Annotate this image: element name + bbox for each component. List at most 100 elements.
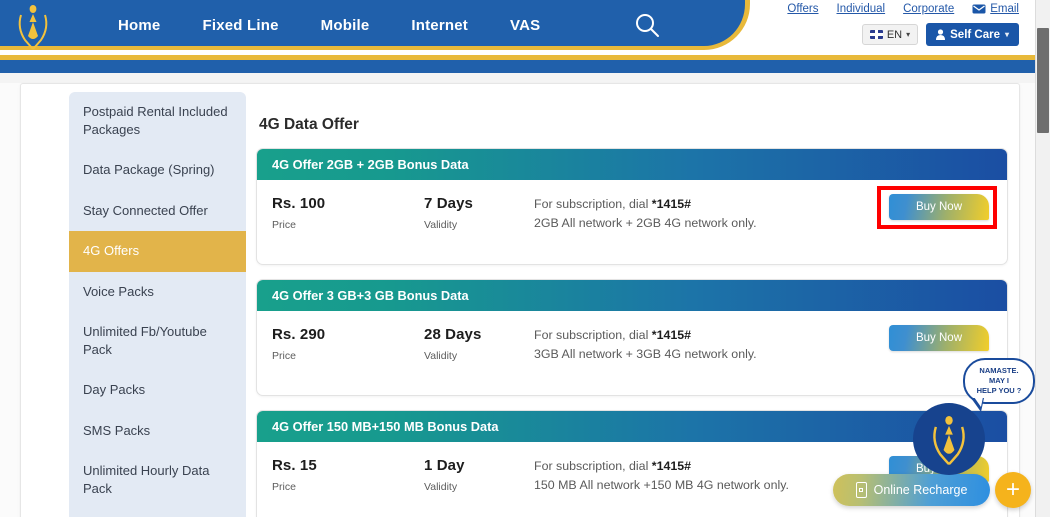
offer-price-column: Rs. 15 Price [272, 457, 424, 493]
nav-link-vas[interactable]: VAS [502, 13, 548, 38]
chevron-down-icon: ▾ [906, 30, 911, 39]
utility-link-email-label: Email [990, 3, 1019, 15]
language-label: EN [886, 28, 903, 41]
offer-price-column: Rs. 100 Price [272, 195, 424, 231]
page-scrollbar[interactable] [1035, 0, 1050, 517]
site-header: Home Fixed Line Mobile Internet VAS Offe… [0, 0, 1035, 73]
offer-description-column: For subscription, dial *1415# 3GB All ne… [534, 326, 834, 364]
category-sidebar: Postpaid Rental Included Packages Data P… [69, 92, 246, 517]
offer-detail: 3GB All network + 3GB 4G network only. [534, 347, 757, 362]
offer-subscription-prefix: For subscription, dial [534, 328, 652, 342]
offers-panel: 4G Data Offer 4G Offer 2GB + 2GB Bonus D… [256, 92, 1019, 517]
nav-link-internet[interactable]: Internet [403, 13, 476, 38]
offer-subscription-code: *1415# [651, 328, 692, 342]
offer-subscription-code: *1415# [651, 197, 692, 211]
offer-card: 4G Offer 2GB + 2GB Bonus Data Rs. 100 Pr… [256, 148, 1008, 265]
sidebar-item-sms-packs[interactable]: SMS Packs [69, 411, 246, 452]
offer-price-column: Rs. 290 Price [272, 326, 424, 362]
offer-validity-column: 28 Days Validity [424, 326, 534, 362]
offer-validity: 7 Days [424, 195, 473, 212]
sidebar-item-postpaid-rental[interactable]: Postpaid Rental Included Packages [69, 92, 246, 150]
bubble-tail [971, 397, 984, 412]
nav-link-mobile[interactable]: Mobile [313, 13, 378, 38]
secondary-blue-bar [0, 60, 1035, 73]
chatbot-button[interactable] [913, 403, 985, 475]
mobile-phone-icon [855, 482, 867, 498]
sidebar-item-data-package-spring[interactable]: Data Package (Spring) [69, 150, 246, 191]
offer-description-column: For subscription, dial *1415# 150 MB All… [534, 457, 834, 495]
offer-subscription-line: For subscription, dial *1415# [534, 326, 834, 345]
offer-body: Rs. 290 Price 28 Days Validity For subsc… [257, 311, 1007, 395]
offer-validity-label: Validity [424, 481, 458, 493]
offer-body: Rs. 100 Price 7 Days Validity For subscr… [257, 180, 1007, 264]
page-root: Home Fixed Line Mobile Internet VAS Offe… [0, 0, 1050, 517]
chat-bubble-line-3: HELP YOU ? [976, 386, 1022, 396]
sidebar-item-international-services[interactable]: International Services [69, 510, 246, 517]
utility-link-email[interactable]: Email [972, 3, 1019, 15]
offer-detail: 150 MB All network +150 MB 4G network on… [534, 478, 789, 493]
offer-validity: 1 Day [424, 457, 465, 474]
buy-now-button[interactable]: Buy Now [889, 194, 989, 220]
scrollbar-thumb[interactable] [1037, 28, 1049, 133]
sidebar-item-voice-packs[interactable]: Voice Packs [69, 272, 246, 313]
buy-now-button[interactable]: Buy Now [889, 325, 989, 351]
offer-price: Rs. 100 [272, 195, 326, 212]
utility-link-corporate[interactable]: Corporate [903, 3, 954, 15]
offer-subscription-prefix: For subscription, dial [534, 459, 652, 473]
nav-link-home[interactable]: Home [110, 13, 168, 38]
offer-detail: 2GB All network + 2GB 4G network only. [534, 216, 757, 231]
nav-link-fixed-line[interactable]: Fixed Line [194, 13, 286, 38]
page-title: 4G Data Offer [259, 116, 359, 133]
chat-greeting-bubble: NAMASTE. MAY I HELP YOU ? [963, 358, 1035, 412]
offer-title: 4G Offer 150 MB+150 MB Bonus Data [257, 411, 1007, 442]
offer-price-label: Price [272, 219, 296, 231]
offer-price: Rs. 290 [272, 326, 326, 343]
chat-bubble-line-1: NAMASTE. [979, 365, 1019, 375]
offer-subscription-line: For subscription, dial *1415# [534, 457, 834, 476]
plus-icon: + [1005, 476, 1020, 503]
sidebar-item-day-packs[interactable]: Day Packs [69, 370, 246, 411]
offer-validity: 28 Days [424, 326, 482, 343]
self-care-label: Self Care [950, 28, 1000, 41]
sidebar-item-unlimited-fb-youtube[interactable]: Unlimited Fb/Youtube Pack [69, 312, 246, 370]
sidebar-item-4g-offers[interactable]: 4G Offers [69, 231, 246, 272]
offer-subscription-code: *1415# [651, 459, 692, 473]
floating-action-button[interactable]: + [995, 472, 1031, 508]
chevron-down-icon: ▾ [1004, 30, 1009, 39]
chat-bubble-line-2: MAY I [988, 375, 1009, 385]
offer-card: 4G Offer 3 GB+3 GB Bonus Data Rs. 290 Pr… [256, 279, 1008, 396]
mail-icon [972, 4, 986, 14]
offer-price: Rs. 15 [272, 457, 317, 474]
content-card: Postpaid Rental Included Packages Data P… [20, 83, 1020, 517]
offer-validity-column: 1 Day Validity [424, 457, 534, 493]
search-icon[interactable] [633, 11, 661, 39]
offer-description-column: For subscription, dial *1415# 2GB All ne… [534, 195, 834, 233]
offer-validity-column: 7 Days Validity [424, 195, 534, 231]
offer-validity-label: Validity [424, 350, 458, 362]
offer-title: 4G Offer 2GB + 2GB Bonus Data [257, 149, 1007, 180]
sidebar-item-stay-connected[interactable]: Stay Connected Offer [69, 191, 246, 232]
language-selector[interactable]: EN ▾ [861, 24, 919, 45]
sidebar-item-unlimited-hourly-data[interactable]: Unlimited Hourly Data Pack [69, 451, 246, 509]
offer-buy-wrap: Buy Now [889, 325, 989, 351]
main-navigation: Home Fixed Line Mobile Internet VAS [110, 0, 548, 50]
online-recharge-label: Online Recharge [873, 483, 968, 497]
offer-price-label: Price [272, 481, 296, 493]
ntc-logo-icon[interactable] [12, 2, 54, 50]
self-care-button[interactable]: Self Care ▾ [926, 23, 1019, 46]
content-gap [0, 73, 1035, 83]
online-recharge-button[interactable]: Online Recharge [833, 474, 990, 506]
header-actions: EN ▾ Self Care ▾ [861, 23, 1019, 46]
utility-link-individual[interactable]: Individual [837, 3, 886, 15]
offer-price-label: Price [272, 350, 296, 362]
offer-buy-wrap: Buy Now [889, 194, 989, 220]
utility-link-offers[interactable]: Offers [787, 3, 818, 15]
uk-flag-icon [869, 30, 883, 39]
user-icon [936, 29, 946, 40]
offer-subscription-prefix: For subscription, dial [534, 197, 652, 211]
utility-links: Offers Individual Corporate Email [787, 3, 1019, 15]
offer-title: 4G Offer 3 GB+3 GB Bonus Data [257, 280, 1007, 311]
offer-subscription-line: For subscription, dial *1415# [534, 195, 834, 214]
chatbot-avatar-icon [933, 416, 965, 466]
offer-validity-label: Validity [424, 219, 458, 231]
